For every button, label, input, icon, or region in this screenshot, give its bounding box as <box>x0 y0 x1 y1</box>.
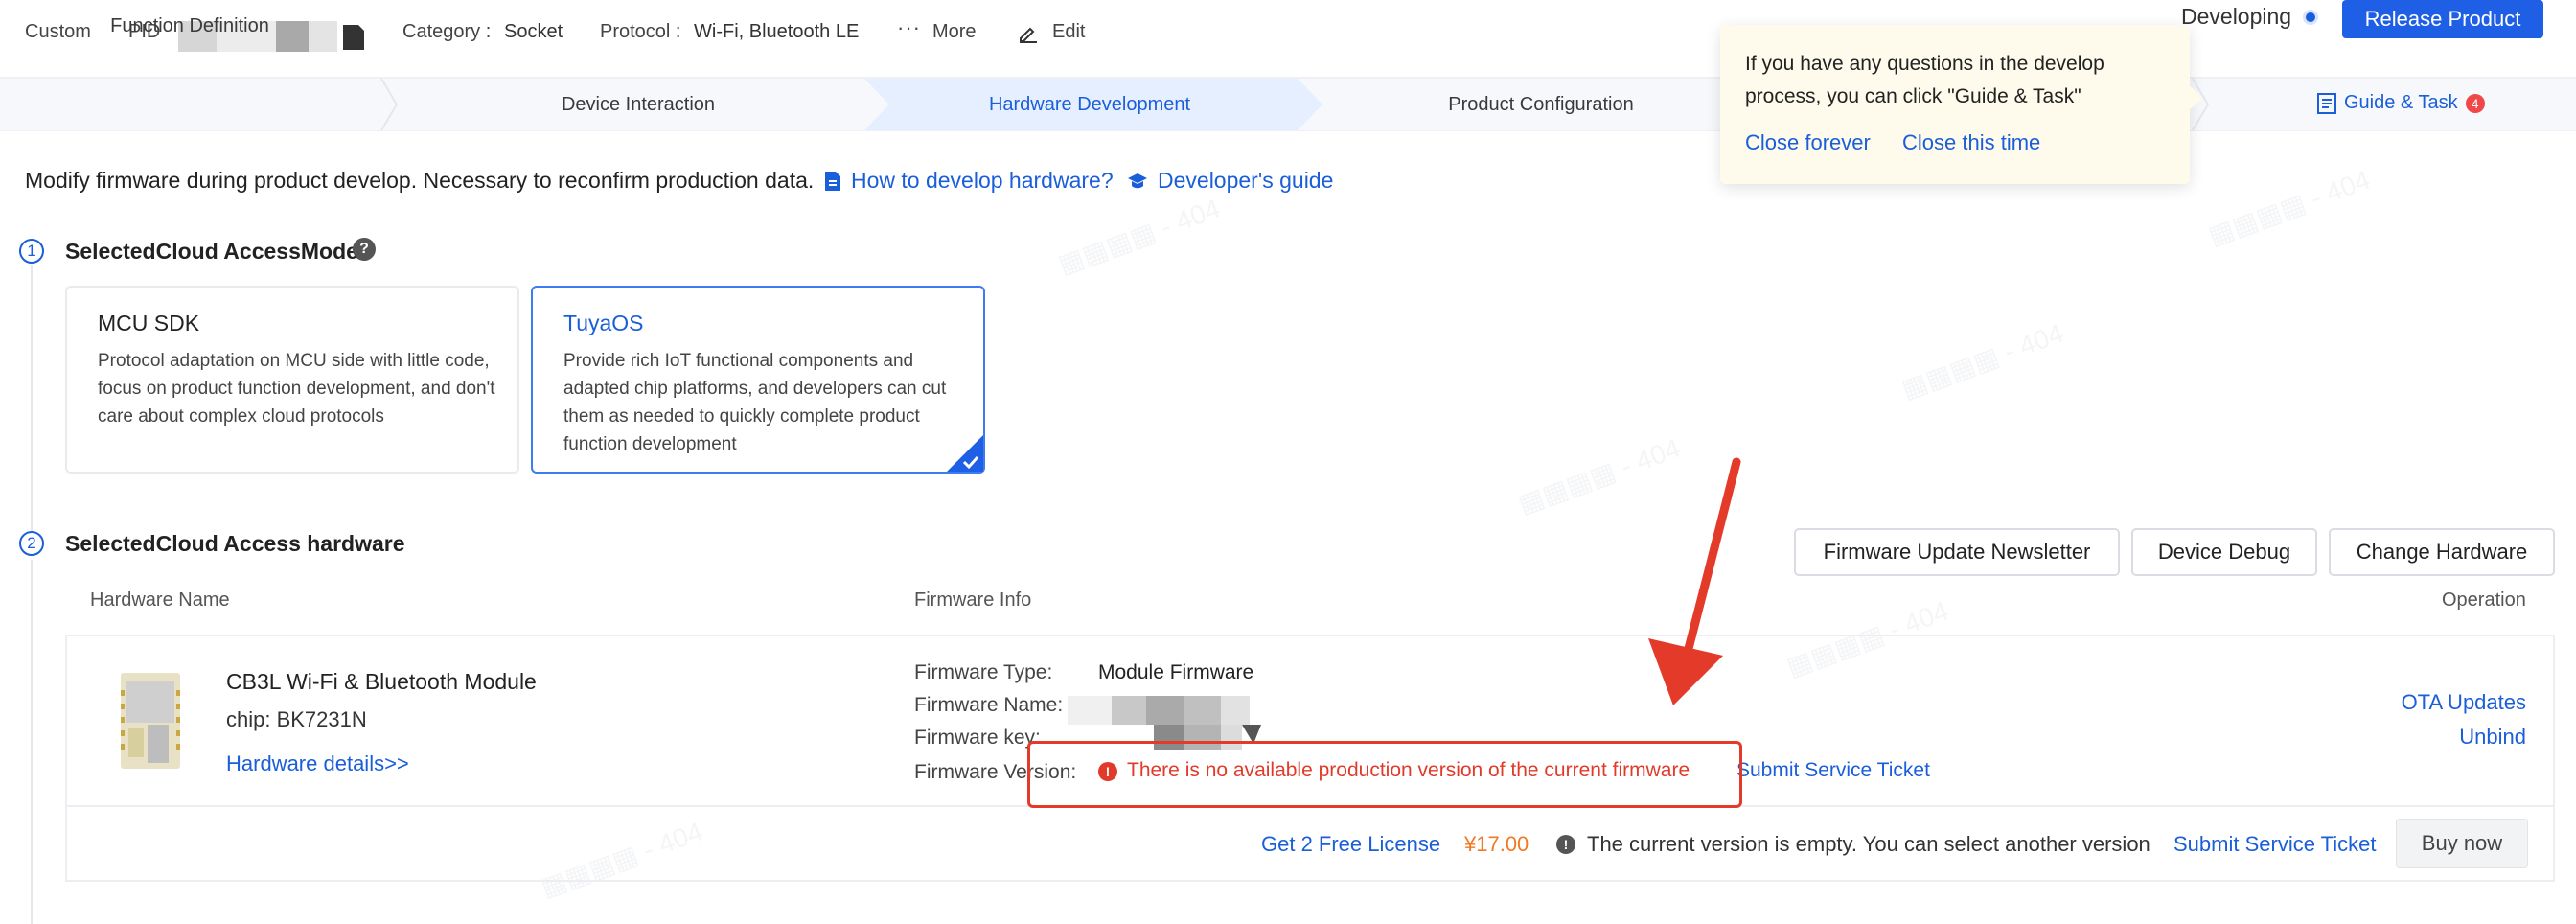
more-button[interactable]: ··· More <box>897 14 977 43</box>
submit-ticket-link[interactable]: Submit Service Ticket <box>1736 759 1930 782</box>
doc-icon <box>824 171 841 192</box>
step-number-1: 1 <box>19 239 44 264</box>
buy-now-button[interactable]: Buy now <box>2396 819 2528 868</box>
tooltip-text: If you have any questions in the develop… <box>1745 53 2104 107</box>
step-number-2: 2 <box>19 531 44 556</box>
developer-guide-label: Developer's guide <box>1158 168 1334 193</box>
tab-function-definition[interactable]: Function Definition <box>0 0 380 52</box>
step-connector <box>31 265 33 533</box>
document-icon <box>2317 92 2336 114</box>
highlight-box <box>1027 741 1742 808</box>
selected-check-icon <box>947 435 983 472</box>
close-this-time-link[interactable]: Close this time <box>1902 130 2040 155</box>
column-hardware-name: Hardware Name <box>90 589 230 611</box>
more-label: More <box>932 21 977 42</box>
firmware-name-label: Firmware Name: <box>914 694 1064 716</box>
price: ¥17.00 <box>1464 832 1530 856</box>
intro-text: Modify firmware during product develop. … <box>25 168 815 193</box>
submit-ticket-footer-link[interactable]: Submit Service Ticket <box>2174 832 2377 857</box>
more-icon: ··· <box>897 14 921 39</box>
free-license-link[interactable]: Get 2 Free License <box>1261 832 1440 857</box>
category-label: Category : <box>402 21 492 42</box>
guide-task-label: Guide & Task <box>2344 92 2458 113</box>
protocol-label: Protocol : <box>600 21 681 42</box>
column-operation: Operation <box>2442 589 2526 611</box>
step-connector <box>31 560 33 924</box>
module-image <box>119 671 182 771</box>
category-value: Socket <box>504 21 564 42</box>
firmware-key-label: Firmware key: <box>914 727 1041 749</box>
guide-tooltip: If you have any questions in the develop… <box>1720 25 2190 184</box>
edit-button[interactable]: Edit <box>1018 21 1085 43</box>
firmware-type-label: Firmware Type: <box>914 661 1053 683</box>
step-arrow <box>380 79 399 130</box>
close-forever-link[interactable]: Close forever <box>1745 130 1871 155</box>
access-mode-card-mcu[interactable]: MCU SDK Protocol adaptation on MCU side … <box>65 286 519 474</box>
section-2-title: SelectedCloud Access hardware <box>65 531 405 556</box>
column-firmware-info: Firmware Info <box>914 589 1032 611</box>
dev-status: Developing <box>2181 4 2292 29</box>
device-debug-button[interactable]: Device Debug <box>2131 528 2317 576</box>
developer-guide-link[interactable]: Developer's guide <box>1127 168 1333 194</box>
card-description: Provide rich IoT functional components a… <box>564 351 947 454</box>
card-title: MCU SDK <box>98 311 200 335</box>
annotation-arrow <box>1644 450 1760 719</box>
hardware-details-link[interactable]: Hardware details>> <box>226 751 409 776</box>
how-to-develop-label: How to develop hardware? <box>851 168 1114 193</box>
tooltip-arrow <box>2188 84 2203 111</box>
guide-task-button[interactable]: Guide & Task 4 <box>2317 92 2485 114</box>
info-icon: ! <box>1556 835 1576 854</box>
section-1-title: SelectedCloud AccessMode <box>65 239 358 264</box>
access-mode-card-tuyaos[interactable]: TuyaOS Provide rich IoT functional compo… <box>531 286 985 474</box>
ota-updates-link[interactable]: OTA Updates <box>2402 690 2526 715</box>
release-product-button[interactable]: Release Product <box>2342 0 2543 38</box>
unbind-link[interactable]: Unbind <box>2459 725 2526 750</box>
tab-product-configuration[interactable]: Product Configuration <box>1326 79 1756 130</box>
protocol-value: Wi-Fi, Bluetooth LE <box>694 21 860 42</box>
hardware-name: CB3L Wi-Fi & Bluetooth Module <box>226 669 537 694</box>
status-dot <box>2306 12 2315 22</box>
edit-label: Edit <box>1052 21 1086 42</box>
task-count-badge: 4 <box>2465 93 2485 113</box>
pencil-icon <box>1018 22 1039 43</box>
card-title: TuyaOS <box>564 311 644 335</box>
tab-hardware-development[interactable]: Hardware Development <box>864 79 1315 130</box>
graduation-cap-icon <box>1127 172 1148 191</box>
how-to-develop-link[interactable]: How to develop hardware? <box>824 168 1114 194</box>
tab-device-interaction[interactable]: Device Interaction <box>399 79 878 130</box>
change-hardware-button[interactable]: Change Hardware <box>2329 528 2555 576</box>
card-description: Protocol adaptation on MCU side with lit… <box>98 351 495 427</box>
firmware-type-value: Module Firmware <box>1098 661 1254 683</box>
chip-info: chip: BK7231N <box>226 707 367 731</box>
firmware-update-newsletter-button[interactable]: Firmware Update Newsletter <box>1794 528 2120 576</box>
empty-version-note: The current version is empty. You can se… <box>1587 832 2150 856</box>
help-icon[interactable]: ? <box>353 238 376 261</box>
